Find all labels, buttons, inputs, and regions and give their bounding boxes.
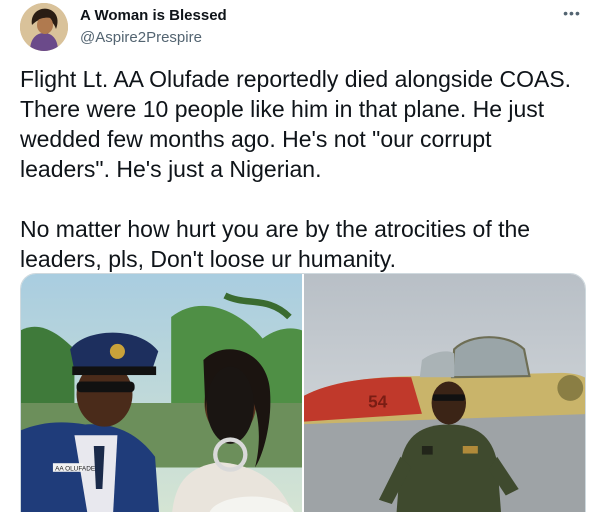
tweet-text: Flight Lt. AA Olufade reportedly died al… xyxy=(20,66,572,272)
pilot-photo-image: 54 xyxy=(304,274,585,512)
photo-wedding[interactable]: AA OLUFADE xyxy=(21,274,302,512)
avatar[interactable] xyxy=(20,3,68,51)
wedding-photo-image: AA OLUFADE xyxy=(21,274,302,512)
more-icon[interactable]: ••• xyxy=(560,4,584,22)
author-handle[interactable]: @Aspire2Prespire xyxy=(80,28,227,48)
author-block: A Woman is Blessed @Aspire2Prespire xyxy=(80,6,227,48)
aircraft-number: 54 xyxy=(368,391,388,411)
author-name[interactable]: A Woman is Blessed xyxy=(80,6,227,26)
avatar-illustration xyxy=(20,3,68,51)
tweet-media: AA OLUFADE 54 xyxy=(20,273,586,512)
photo-pilot-jet[interactable]: 54 xyxy=(304,274,585,512)
nametag-text: AA OLUFADE xyxy=(55,466,96,473)
tweet: A Woman is Blessed @Aspire2Prespire ••• … xyxy=(0,0,596,512)
